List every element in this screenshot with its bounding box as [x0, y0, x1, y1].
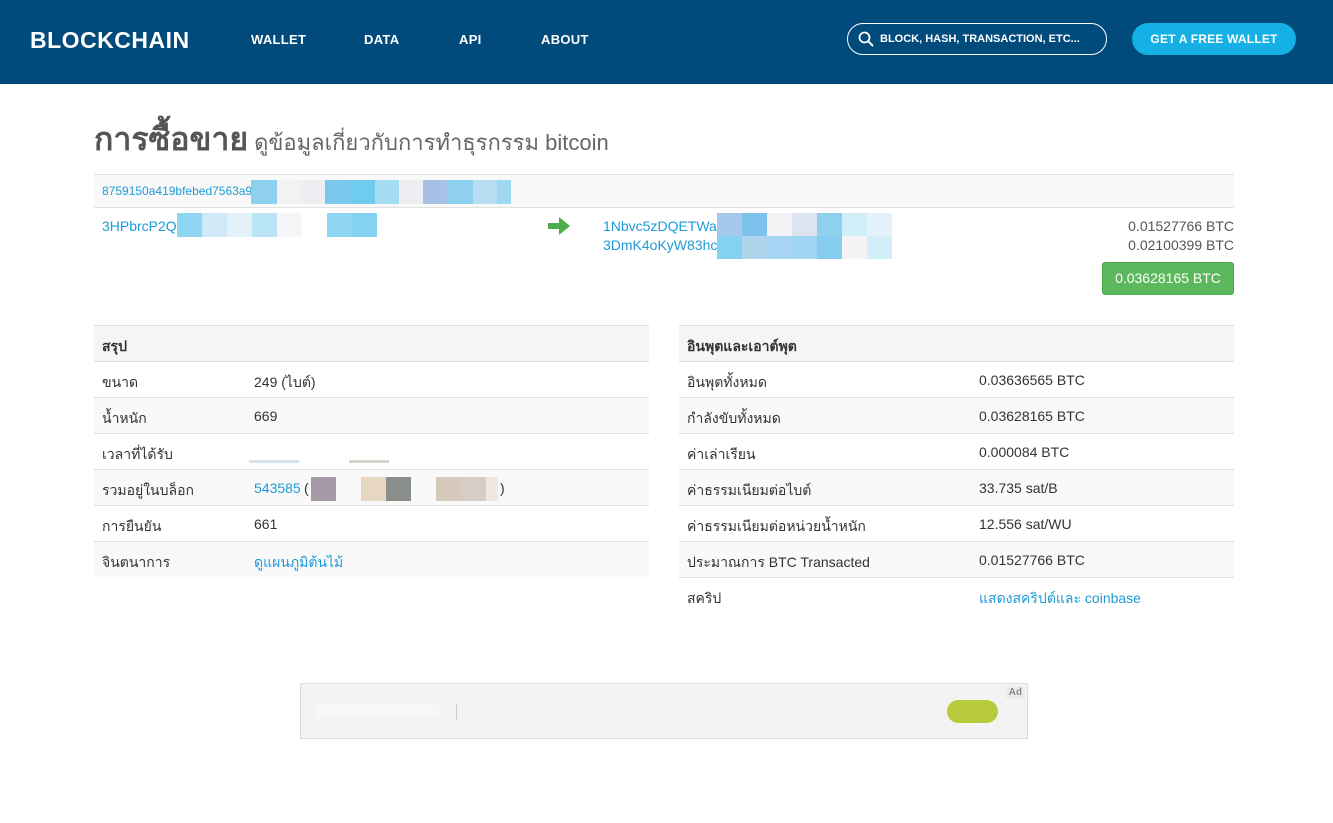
table-row: ขนาด 249 (ไบต์): [94, 361, 649, 397]
input-address-link[interactable]: 3HPbrcP2Q: [102, 218, 177, 234]
row-label: รวมอยู่ในบล็อก: [102, 482, 194, 498]
search-icon: [858, 31, 874, 47]
tree-chart-link[interactable]: ดูแผนภูมิต้นไม้: [254, 552, 343, 574]
show-script-link[interactable]: แสดงสคริปต์และ coinbase: [979, 588, 1141, 610]
row-label: ค่าเล่าเรียน: [687, 446, 756, 462]
page-title: การซื้อขาย ดูข้อมูลเกี่ยวกับการทำธุรกรรม …: [94, 114, 609, 165]
row-value: 33.735 sat/B: [979, 480, 1058, 496]
output-amount-2: 0.02100399 BTC: [1128, 237, 1234, 253]
row-value: 12.556 sat/WU: [979, 516, 1072, 532]
ad-banner[interactable]: Ad: [300, 683, 1028, 739]
output-amount-1: 0.01527766 BTC: [1128, 218, 1234, 234]
redacted-output-address-1: [717, 213, 892, 236]
nav-wallet[interactable]: WALLET: [251, 32, 306, 47]
row-value: 661: [254, 516, 278, 532]
summary-header: สรุป: [94, 325, 649, 361]
row-label: ค่าธรรมเนียมต่อไบต์: [687, 482, 812, 498]
inputs-outputs-table: อินพุตและเอาต์พุต อินพุตทั้งหมด 0.036365…: [679, 325, 1234, 613]
table-row: เวลาที่ได้รับ: [94, 433, 649, 469]
redacted-time-2: [349, 460, 389, 463]
search-input[interactable]: [880, 28, 1100, 50]
table-row: ค่าธรรมเนียมต่อหน่วยน้ำหนัก 12.556 sat/W…: [679, 505, 1234, 541]
table-row: ค่าเล่าเรียน 0.000084 BTC: [679, 433, 1234, 469]
output-address-link-2[interactable]: 3DmK4oKyW83hc: [603, 237, 717, 253]
table-row: อินพุตทั้งหมด 0.03636565 BTC: [679, 361, 1234, 397]
redacted-block-time: [311, 477, 498, 501]
row-label: การยืนยัน: [102, 518, 162, 534]
ad-cta-button[interactable]: [947, 700, 998, 723]
nav-data[interactable]: DATA: [364, 32, 399, 47]
io-header: อินพุตและเอาต์พุต: [679, 325, 1234, 361]
tx-hash-row: 8759150a419bfebed7563a9: [94, 174, 1234, 208]
row-label: กำลังขับทั้งหมด: [687, 410, 781, 426]
nav-about[interactable]: ABOUT: [541, 32, 589, 47]
ad-divider: [456, 704, 457, 720]
tx-hash-link[interactable]: 8759150a419bfebed7563a9: [102, 184, 252, 198]
total-amount-badge: 0.03628165 BTC: [1102, 262, 1234, 295]
row-value: 0.03636565 BTC: [979, 372, 1085, 388]
search-box[interactable]: [847, 23, 1107, 55]
row-label: อินพุตทั้งหมด: [687, 374, 767, 390]
nav-api[interactable]: API: [459, 32, 482, 47]
page-title-sub: ดูข้อมูลเกี่ยวกับการทำธุรกรรม bitcoin: [254, 130, 609, 155]
row-value: 669: [254, 408, 278, 424]
block-paren-open: (: [304, 480, 309, 496]
redacted-hash: [251, 180, 511, 204]
redacted-time: [249, 460, 299, 463]
row-label: ประมาณการ BTC Transacted: [687, 554, 870, 570]
page-title-main: การซื้อขาย: [94, 121, 249, 157]
table-row: ประมาณการ BTC Transacted 0.01527766 BTC: [679, 541, 1234, 577]
ad-label: Ad: [1005, 686, 1025, 699]
table-row: น้ำหนัก 669: [94, 397, 649, 433]
row-value: 0.000084 BTC: [979, 444, 1070, 460]
row-label: ขนาด: [102, 374, 139, 390]
row-label: จินตนาการ: [102, 554, 171, 570]
summary-table: สรุป ขนาด 249 (ไบต์) น้ำหนัก 669 เวลาที่…: [94, 325, 649, 577]
table-row: กำลังขับทั้งหมด 0.03628165 BTC: [679, 397, 1234, 433]
blockchain-logo[interactable]: BLOCKCHAIN: [30, 27, 190, 54]
block-height-link[interactable]: 543585: [254, 480, 301, 496]
get-free-wallet-button[interactable]: GET A FREE WALLET: [1132, 23, 1296, 55]
row-label: ค่าธรรมเนียมต่อหน่วยน้ำหนัก: [687, 518, 866, 534]
output-address-link-1[interactable]: 1Nbvc5zDQETWa: [603, 218, 717, 234]
top-navbar: BLOCKCHAIN WALLET DATA API ABOUT GET A F…: [0, 0, 1333, 84]
ad-content: [315, 704, 439, 718]
row-label: เวลาที่ได้รับ: [102, 446, 173, 462]
block-paren-close: ): [500, 480, 505, 496]
table-row: สคริป แสดงสคริปต์และ coinbase: [679, 577, 1234, 613]
row-value: 0.03628165 BTC: [979, 408, 1085, 424]
row-value: 249 (ไบต์): [254, 374, 316, 390]
right-arrow-icon: [548, 217, 570, 235]
table-row: จินตนาการ ดูแผนภูมิต้นไม้: [94, 541, 649, 577]
io-heading: อินพุตและเอาต์พุต: [687, 338, 797, 354]
table-row: การยืนยัน 661: [94, 505, 649, 541]
redacted-output-address-2: [717, 236, 892, 259]
row-value: 0.01527766 BTC: [979, 552, 1085, 568]
table-row: ค่าธรรมเนียมต่อไบต์ 33.735 sat/B: [679, 469, 1234, 505]
row-label: น้ำหนัก: [102, 410, 147, 426]
summary-heading: สรุป: [102, 338, 127, 354]
table-row: รวมอยู่ในบล็อก 543585 ( ): [94, 469, 649, 505]
redacted-input-address: [177, 213, 377, 237]
row-label: สคริป: [687, 590, 722, 606]
